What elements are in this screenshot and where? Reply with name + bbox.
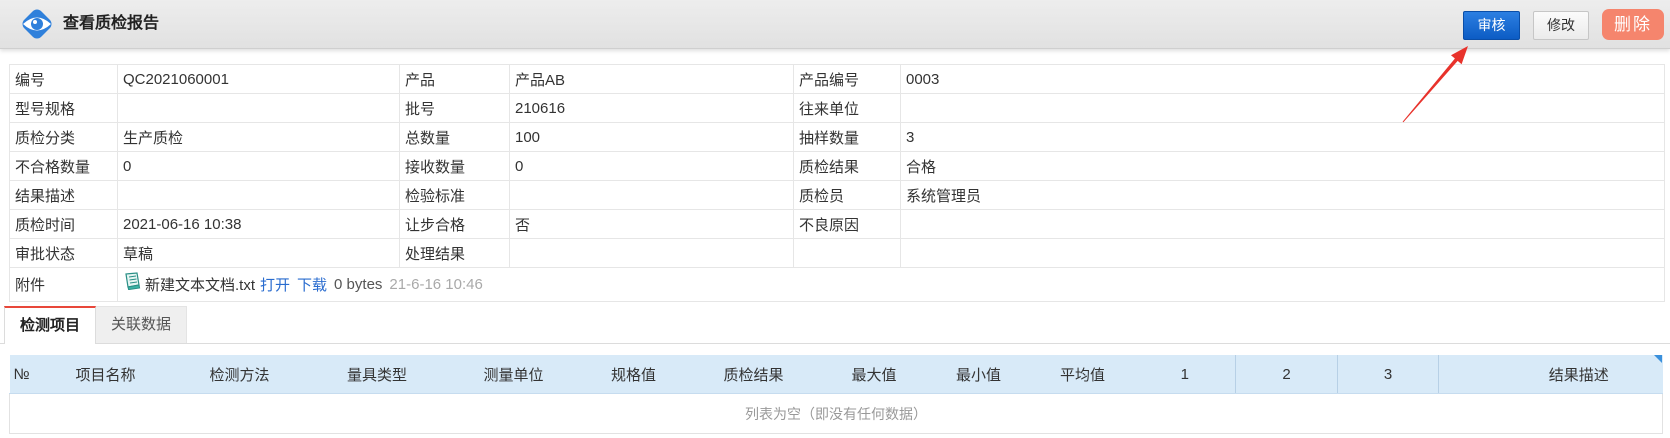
inspection-time-value: 2021-06-16 10:38: [117, 209, 400, 239]
tab-related-data[interactable]: 关联数据: [96, 306, 187, 343]
attachment-open-link[interactable]: 打开: [260, 274, 290, 295]
handling-result-label: 处理结果: [399, 238, 510, 268]
attachment-upload-time: 21-6-16 10:46: [389, 276, 483, 293]
info-row: 质检时间 2021-06-16 10:38 让步合格 否 不良原因: [9, 209, 1665, 239]
result-description-label: 结果描述: [9, 180, 118, 210]
attachment-value: 新建文本文档.txt 打开 下载 0 bytes 21-6-16 10:46: [117, 267, 1665, 302]
attachment-file-size: 0 bytes: [334, 276, 383, 293]
delete-button[interactable]: 删除: [1602, 9, 1664, 40]
column-header-avg-value[interactable]: 平均值: [1030, 355, 1135, 394]
defect-reason-label: 不良原因: [793, 209, 901, 239]
inspection-result-label: 质检结果: [793, 151, 901, 181]
text-file-icon: [123, 271, 141, 290]
defective-quantity-value: 0: [117, 151, 400, 181]
inspection-standard-value: [509, 180, 794, 210]
inspection-standard-label: 检验标准: [399, 180, 510, 210]
approve-button[interactable]: 审核: [1463, 11, 1520, 40]
approval-status-value: 草稿: [117, 238, 400, 268]
product-code-label: 产品编号: [793, 64, 901, 94]
inspection-items-grid: № 项目名称 检测方法 量具类型 测量单位 规格值 质检结果 最大值 最小值 平…: [9, 355, 1663, 434]
handling-result-value: [509, 238, 794, 268]
blank-value: [900, 238, 1665, 268]
tab-inspection-items[interactable]: 检测项目: [4, 306, 96, 344]
concession-pass-value: 否: [509, 209, 794, 239]
attachment-row: 附件 新建文本文档.txt 打开 下载 0 bytes 21-6-16 10:46: [9, 267, 1665, 302]
column-header-sample-3[interactable]: 3: [1337, 355, 1439, 394]
tab-bar: 检测项目 关联数据: [0, 306, 1670, 344]
grid-header-row: № 项目名称 检测方法 量具类型 测量单位 规格值 质检结果 最大值 最小值 平…: [9, 355, 1663, 394]
edit-button[interactable]: 修改: [1533, 11, 1589, 40]
info-row: 审批状态 草稿 处理结果: [9, 238, 1665, 268]
info-row: 结果描述 检验标准 质检员 系统管理员: [9, 180, 1665, 210]
model-spec-value: [117, 93, 400, 123]
column-header-gauge-type[interactable]: 量具类型: [308, 355, 446, 394]
product-value: 产品AB: [509, 64, 794, 94]
column-header-sample-1[interactable]: 1: [1134, 355, 1236, 394]
inspection-category-label: 质检分类: [9, 122, 118, 152]
column-header-inspection-result[interactable]: 质检结果: [685, 355, 822, 394]
approval-status-label: 审批状态: [9, 238, 118, 268]
partner-company-value: [900, 93, 1665, 123]
inspection-result-value: 合格: [900, 151, 1665, 181]
defect-reason-value: [900, 209, 1665, 239]
result-description-value: [117, 180, 400, 210]
info-row: 不合格数量 0 接收数量 0 质检结果 合格: [9, 151, 1665, 181]
inspector-label: 质检员: [793, 180, 901, 210]
blank-label: [793, 238, 901, 268]
attachment-file-name: 新建文本文档.txt: [145, 277, 256, 294]
total-quantity-value: 100: [509, 122, 794, 152]
defective-quantity-label: 不合格数量: [9, 151, 118, 181]
attachment-download-link[interactable]: 下载: [297, 274, 327, 295]
column-header-index[interactable]: №: [9, 355, 41, 394]
column-header-min-value[interactable]: 最小值: [926, 355, 1031, 394]
page-title: 查看质检报告: [63, 15, 160, 32]
accepted-quantity-value: 0: [509, 151, 794, 181]
eye-icon: [19, 6, 55, 42]
report-number-value: QC2021060001: [117, 64, 400, 94]
concession-pass-label: 让步合格: [399, 209, 510, 239]
red-arrow-icon: [1402, 46, 1468, 123]
partner-company-label: 往来单位: [793, 93, 901, 123]
accepted-quantity-label: 接收数量: [399, 151, 510, 181]
column-header-measure-unit[interactable]: 测量单位: [445, 355, 582, 394]
column-header-test-method[interactable]: 检测方法: [170, 355, 309, 394]
grid-corner-marker: [1654, 355, 1662, 363]
batch-number-value: 210616: [509, 93, 794, 123]
batch-number-label: 批号: [399, 93, 510, 123]
model-spec-label: 型号规格: [9, 93, 118, 123]
column-header-result-description[interactable]: 结果描述: [1438, 355, 1663, 394]
column-header-sample-2[interactable]: 2: [1235, 355, 1338, 394]
empty-list-message: 列表为空（即没有任何数据）: [9, 393, 1663, 434]
column-header-item-name[interactable]: 项目名称: [40, 355, 171, 394]
column-header-spec-value[interactable]: 规格值: [581, 355, 686, 394]
total-quantity-label: 总数量: [399, 122, 510, 152]
product-code-value: 0003: [900, 64, 1665, 94]
report-number-label: 编号: [9, 64, 118, 94]
attachment-label: 附件: [9, 267, 118, 302]
inspection-time-label: 质检时间: [9, 209, 118, 239]
inspector-value: 系统管理员: [900, 180, 1665, 210]
column-header-max-value[interactable]: 最大值: [821, 355, 927, 394]
sample-quantity-value: 3: [900, 122, 1665, 152]
product-label: 产品: [399, 64, 510, 94]
sample-quantity-label: 抽样数量: [793, 122, 901, 152]
grid-empty-row: 列表为空（即没有任何数据）: [9, 393, 1663, 434]
inspection-category-value: 生产质检: [117, 122, 400, 152]
